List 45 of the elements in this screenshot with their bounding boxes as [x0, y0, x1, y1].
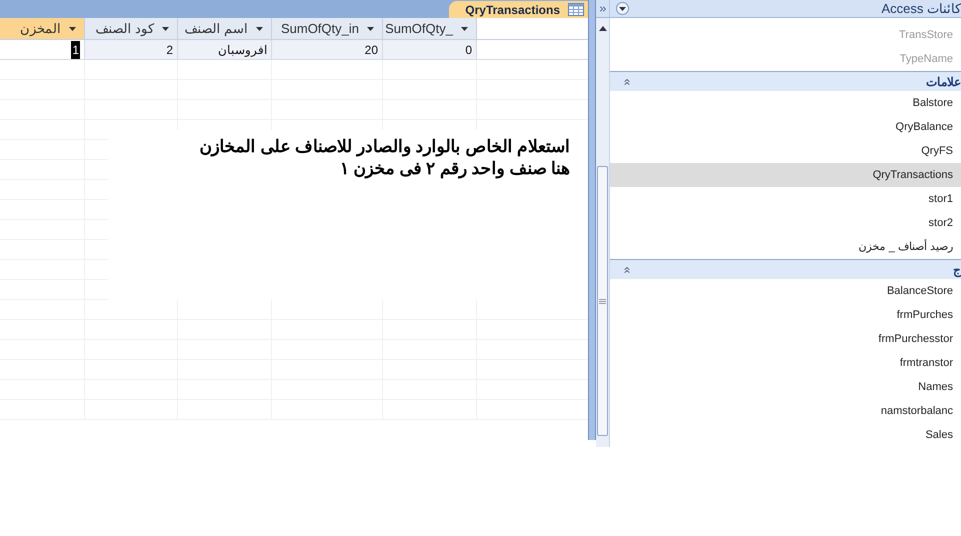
- pane-title: كائنات Access: [881, 0, 961, 18]
- note-text: استعلام الخاص بالوارد والصادر للاصناف على المخازن: [200, 136, 570, 158]
- collapse-icon: [622, 76, 632, 86]
- group-header[interactable]: ج: [610, 259, 961, 279]
- caret-icon: [619, 6, 626, 10]
- collapse-icon: [622, 264, 632, 274]
- table-cell[interactable]: 1: [71, 40, 80, 58]
- column-header[interactable]: اسم الصنف: [178, 18, 272, 39]
- group-header[interactable]: علامات: [610, 71, 961, 91]
- table-cell[interactable]: 20: [364, 40, 378, 58]
- column-header[interactable]: كود الصنف: [85, 18, 178, 39]
- caret-icon: [461, 26, 468, 30]
- nav-item[interactable]: Sales: [610, 423, 961, 447]
- document-tab[interactable]: QryTransactions: [449, 1, 588, 18]
- double-chevron-icon: [598, 4, 608, 14]
- nav-item[interactable]: رصيد أصناف _ مخزن: [610, 235, 961, 259]
- nav-item[interactable]: Names: [610, 375, 961, 399]
- scroll-thumb[interactable]: [597, 166, 608, 436]
- note-text: هنا صنف واحد رقم ٢ فى مخزن ١: [340, 158, 570, 180]
- caret-icon: [69, 26, 76, 30]
- table-cell[interactable]: 0: [465, 40, 472, 58]
- nav-item[interactable]: namstorbalanc: [610, 399, 961, 423]
- caret-icon: [367, 26, 374, 30]
- grip-icon: [599, 298, 606, 304]
- column-header[interactable]: SumOfQty_in: [272, 18, 383, 39]
- nav-item[interactable]: Balstore: [610, 91, 961, 115]
- nav-item[interactable]: stor2: [610, 211, 961, 235]
- nav-item[interactable]: QryTransactions: [610, 163, 961, 187]
- nav-item[interactable]: QryBalance: [610, 115, 961, 139]
- caret-icon: [162, 26, 169, 30]
- menu-dropdown-button[interactable]: [616, 2, 629, 15]
- nav-item[interactable]: frmPurches: [610, 303, 961, 327]
- column-header[interactable]: SumOfQty_: [383, 18, 477, 39]
- nav-item[interactable]: frmPurchesstor: [610, 327, 961, 351]
- splitter-bar[interactable]: [588, 0, 596, 440]
- scroll-up-icon: [598, 26, 606, 31]
- scrollbar[interactable]: [596, 18, 610, 447]
- table-cell[interactable]: 2: [166, 40, 173, 58]
- nav-item[interactable]: stor1: [610, 187, 961, 211]
- nav-item[interactable]: frmtranstor: [610, 351, 961, 375]
- column-header[interactable]: المخزن: [0, 18, 85, 39]
- datasheet-icon: [568, 3, 584, 16]
- caret-icon: [256, 26, 263, 30]
- nav-item[interactable]: BalanceStore: [610, 279, 961, 303]
- nav-item[interactable]: QryFS: [610, 139, 961, 163]
